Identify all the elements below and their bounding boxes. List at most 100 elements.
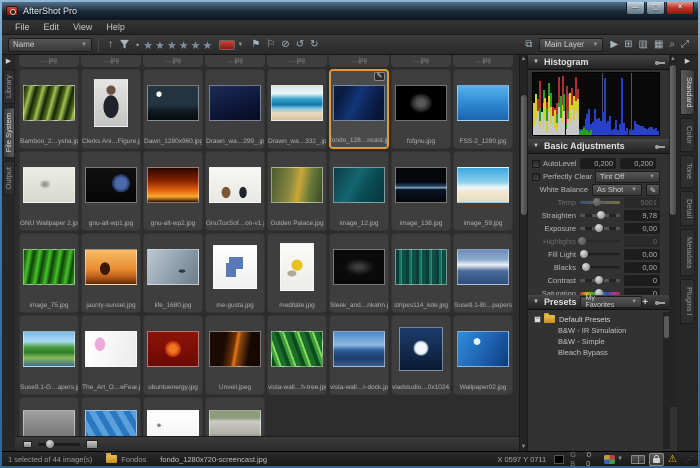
- presets-header[interactable]: ▼ Presets My Favorites ▼ +: [528, 295, 670, 310]
- temp-slider[interactable]: [580, 201, 620, 204]
- slider-knob[interactable]: [595, 289, 603, 295]
- thumbnail-cell[interactable]: FSS-2_1280.jpg: [453, 69, 513, 149]
- thumbnail-size-slider[interactable]: [38, 443, 80, 446]
- basic-adjustments-header[interactable]: ▼ Basic Adjustments: [528, 139, 670, 154]
- thumbnail-cell[interactable]: stripes114_kde.jpg: [391, 233, 451, 313]
- collapse-arrow-icon[interactable]: ▶: [6, 57, 11, 65]
- tab-detail[interactable]: Detail: [680, 191, 695, 226]
- thumbnail-cell[interactable]: ubuntuenergy.jpg: [143, 315, 203, 395]
- slider-knob[interactable]: [46, 440, 54, 448]
- thumbnail-cell[interactable]: me-gusta.jpg: [205, 233, 265, 313]
- scroll-up-icon[interactable]: ▲: [520, 55, 527, 63]
- menu-help[interactable]: Help: [99, 22, 132, 32]
- saturation-slider[interactable]: [580, 292, 620, 295]
- star-icon[interactable]: ★: [166, 40, 178, 52]
- thumbnail-cell[interactable]: Bamboo_2…ysha.jpg: [19, 69, 79, 149]
- blacks-value[interactable]: 0,00: [624, 262, 660, 273]
- color-label-arrow-icon[interactable]: ▼: [237, 42, 243, 48]
- layer-dropdown[interactable]: Main Layer ▼: [539, 38, 603, 52]
- title-bar[interactable]: AfterShot Pro — ▢ ✕: [2, 2, 698, 20]
- image-view-icon[interactable]: ▦: [651, 38, 666, 52]
- collapse-triangle-icon[interactable]: ▼: [533, 59, 539, 65]
- flag-reject-icon[interactable]: ⊘: [278, 38, 292, 52]
- sort-dropdown[interactable]: Name ▼: [8, 38, 92, 52]
- large-thumbnails-icon[interactable]: [86, 440, 98, 449]
- exposure-value[interactable]: 0,00: [624, 223, 660, 234]
- browse-view-icon[interactable]: ▥: [635, 38, 650, 52]
- thumbnail-cell[interactable]: vista-wall…r-dock.jpg: [329, 315, 389, 395]
- star-icon[interactable]: ★: [190, 40, 202, 52]
- filter-icon[interactable]: [119, 39, 130, 50]
- scrollbar-thumb[interactable]: [670, 65, 676, 215]
- preset-item[interactable]: Bleach Bypass: [534, 347, 660, 358]
- lock-icon[interactable]: [649, 453, 664, 466]
- pin-icon[interactable]: [655, 60, 665, 65]
- histogram-header[interactable]: ▼ Histogram: [528, 55, 670, 70]
- presets-favorites-dropdown[interactable]: My Favorites ▼: [580, 296, 642, 308]
- thumbnail-cell[interactable]: image_59.jpg: [453, 151, 513, 231]
- rating-none-icon[interactable]: •: [133, 40, 142, 50]
- current-folder[interactable]: Fondos: [121, 455, 146, 464]
- thumbnail-cell-partial[interactable]: [81, 397, 141, 436]
- star-icon[interactable]: ★: [154, 40, 166, 52]
- color-label-swatch[interactable]: [219, 40, 235, 50]
- warning-icon[interactable]: ⚠: [668, 454, 677, 465]
- eyedropper-button[interactable]: ✎: [646, 184, 660, 196]
- thumbnail-cell[interactable]: ✎fondo_128…ncast.jpg: [329, 69, 389, 149]
- thumbnail-cell[interactable]: vista-wall…h-tree.jpg: [267, 315, 327, 395]
- rotate-left-icon[interactable]: ↺: [293, 38, 307, 52]
- thumbnail-cell[interactable]: jaunty-sunset.jpg: [81, 233, 141, 313]
- highlights-slider[interactable]: [580, 240, 620, 243]
- star-icon[interactable]: ★: [202, 40, 214, 52]
- scroll-up-icon[interactable]: ▲: [669, 55, 677, 63]
- straighten-slider[interactable]: [580, 214, 620, 217]
- tab-color[interactable]: Color: [680, 118, 695, 152]
- minimize-button[interactable]: —: [626, 2, 645, 15]
- autolevel-value-2[interactable]: 0,200: [620, 158, 656, 169]
- thumbnail-cell-partial[interactable]: [143, 397, 203, 436]
- slideshow-icon[interactable]: ▶: [607, 38, 621, 52]
- thumbnail-cell[interactable]: image_75.jpg: [19, 233, 79, 313]
- preset-item[interactable]: B&W - Simple: [534, 336, 660, 347]
- tab-tone[interactable]: Tone: [680, 155, 695, 187]
- grid-scrollbar[interactable]: ▲ ▼: [519, 55, 527, 451]
- panel-scrollbar[interactable]: ▲: [669, 55, 677, 407]
- thumbnail-cell[interactable]: Clerks Ani…Figure.jpg: [81, 69, 141, 149]
- small-thumbnails-icon[interactable]: [23, 441, 32, 448]
- star-icon[interactable]: ★: [142, 40, 154, 52]
- autolevel-checkbox[interactable]: [532, 160, 540, 168]
- thumbnail-cell[interactable]: gnu-alt-wp1.jpg: [81, 151, 141, 231]
- thumbnail-cell[interactable]: Suse9.1-Bl…papers.jpg: [453, 233, 513, 313]
- thumbnail-cell[interactable]: fsfgnu.jpg: [391, 69, 451, 149]
- slider-knob[interactable]: [595, 224, 603, 232]
- tab-file-system[interactable]: File System: [3, 107, 15, 158]
- fullscreen-icon[interactable]: ⤢: [678, 38, 692, 52]
- scroll-down-icon[interactable]: ▼: [520, 443, 527, 451]
- fill-light-value[interactable]: 0,00: [624, 249, 660, 260]
- preset-item[interactable]: B&W - IR Simulation: [534, 325, 660, 336]
- temp-value[interactable]: 5001: [624, 197, 660, 208]
- collapse-triangle-icon[interactable]: ▼: [533, 143, 539, 149]
- thumbnail-cell[interactable]: gnu-alt-wp2.jpg: [143, 151, 203, 231]
- thumbnail-cell[interactable]: Suse9.1-G…apers.jpg: [19, 315, 79, 395]
- slider-knob[interactable]: [578, 237, 586, 245]
- tab-plugins-i[interactable]: Plugins I: [680, 279, 695, 324]
- pin-icon[interactable]: [655, 300, 665, 305]
- exposure-slider[interactable]: [580, 227, 620, 230]
- collapse-arrow-icon[interactable]: ▶: [685, 57, 690, 65]
- maximize-button[interactable]: ▢: [646, 2, 665, 15]
- tab-output[interactable]: Output: [3, 161, 15, 196]
- pin-icon[interactable]: [655, 144, 665, 149]
- tab-library[interactable]: Library: [3, 69, 15, 104]
- add-preset-icon[interactable]: +: [642, 297, 648, 308]
- thumbnail-cell[interactable]: Dawn_1280x960.jpg: [143, 69, 203, 149]
- copy-settings-icon[interactable]: ⧉: [522, 38, 535, 52]
- slider-knob[interactable]: [593, 198, 601, 206]
- thumbnail-cell[interactable]: meditate.jpg: [267, 233, 327, 313]
- contrast-slider[interactable]: [580, 279, 620, 282]
- flag-pick-icon[interactable]: ⚑: [248, 38, 263, 52]
- thumbnail-cell[interactable]: Sleek_and…nkahn.jpg: [329, 233, 389, 313]
- autolevel-value-1[interactable]: 0,200: [580, 158, 616, 169]
- blacks-slider[interactable]: [580, 266, 620, 269]
- saturation-value[interactable]: 0: [624, 288, 660, 295]
